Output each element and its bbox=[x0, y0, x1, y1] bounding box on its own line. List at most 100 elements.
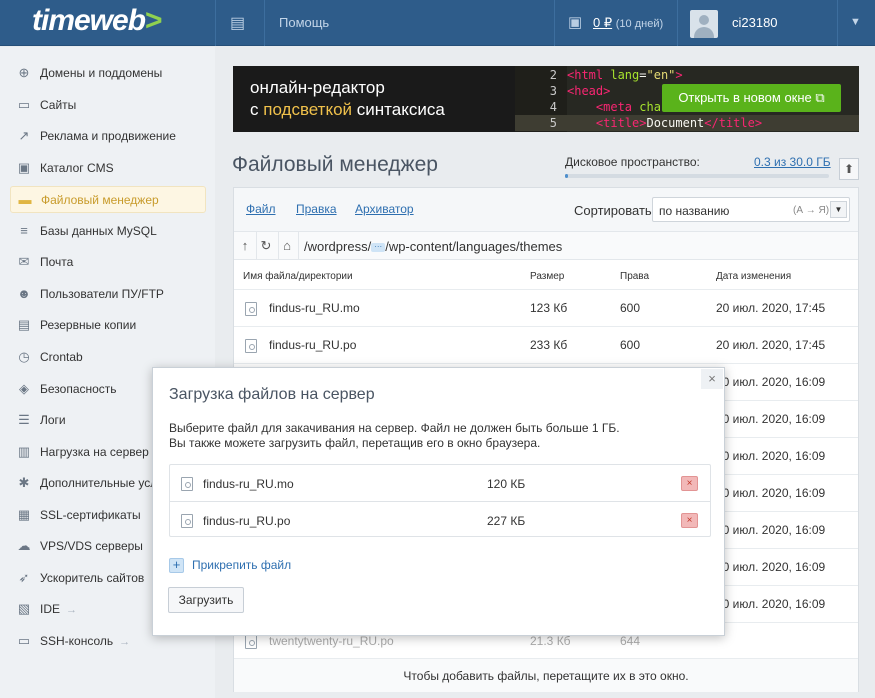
chevron-down-icon[interactable]: ▼ bbox=[850, 16, 861, 28]
line-number: 4 bbox=[549, 100, 557, 114]
sidebar-item[interactable]: ▬ Файловый менеджер bbox=[10, 186, 206, 214]
file-icon bbox=[181, 477, 193, 491]
cell-perm: 644 bbox=[620, 634, 641, 648]
sidebar-item-label: Пользователи ПУ/FTP bbox=[40, 287, 164, 301]
cell-date: 20 июл. 2020, 16:09 bbox=[716, 375, 826, 389]
table-row[interactable]: findus-ru_RU.mo 123 Кб 600 20 июл. 2020, 17… bbox=[234, 289, 858, 326]
banner-line-1: онлайн-редактор bbox=[250, 78, 385, 97]
wallet-icon: ▣ bbox=[568, 14, 583, 31]
banner-text: с bbox=[250, 100, 264, 119]
box-icon: ▣ bbox=[17, 159, 31, 175]
column-header-size[interactable]: Размер bbox=[530, 271, 564, 282]
username[interactable]: ci23180 bbox=[732, 15, 778, 30]
disk-space-label: Дисковое пространство: bbox=[565, 155, 700, 169]
rocket-icon: ➶ bbox=[18, 569, 30, 585]
sidebar-item-label: Нагрузка на сервер bbox=[40, 445, 149, 459]
sidebar-item[interactable]: ▣ Каталог CMS bbox=[10, 155, 206, 182]
sidebar-item-label: Crontab bbox=[40, 350, 83, 364]
sort-label: Сортировать: bbox=[574, 203, 656, 218]
avatar-head bbox=[699, 15, 709, 25]
sidebar-item[interactable]: ≡ Базы данных MySQL bbox=[10, 218, 206, 245]
path-segment: /wp-content/languages/themes bbox=[385, 239, 563, 254]
column-header-permissions[interactable]: Права bbox=[620, 271, 649, 282]
sort-select[interactable]: по названию (А → Я) ▼ bbox=[652, 197, 850, 222]
cell-date: 20 июл. 2020, 17:45 bbox=[716, 301, 826, 315]
cell-size: 21.3 Кб bbox=[530, 634, 571, 648]
sidebar-item-text: Каталог CMS bbox=[40, 160, 114, 175]
fm-toolbar: Файл Правка Архиватор Сортировать: по на… bbox=[234, 188, 858, 232]
plus-icon[interactable]: + bbox=[169, 558, 184, 573]
sidebar-item-text: Базы данных MySQL bbox=[40, 223, 157, 238]
upload-arrow-button[interactable]: ⬆ bbox=[839, 158, 859, 180]
cell-perm: 600 bbox=[620, 301, 641, 315]
sidebar-item-label: Домены и поддомены bbox=[40, 66, 162, 80]
dialog-description-line: Вы также можете загрузить файл, перетащи… bbox=[169, 436, 541, 450]
divider bbox=[554, 0, 555, 46]
column-header-name[interactable]: Имя файла/директории bbox=[243, 271, 353, 282]
sidebar-item[interactable]: ✉ Почта bbox=[10, 249, 206, 276]
dialog-description: Выберите файл для закачивания на сервер.… bbox=[169, 421, 709, 451]
path-more[interactable]: ··· bbox=[371, 243, 386, 253]
path-segment: /wordpress/ bbox=[304, 239, 372, 254]
sidebar-item-label: VPS/VDS серверы bbox=[40, 539, 143, 553]
code-line: 5 <title>Document</title> bbox=[515, 115, 859, 131]
cloud-icon: ☁ bbox=[17, 538, 31, 554]
sidebar-item-label: Почта bbox=[40, 255, 73, 269]
news-icon[interactable]: ▤ bbox=[230, 13, 245, 33]
disk-usage-bar bbox=[565, 174, 829, 178]
sidebar-item-text: Crontab bbox=[40, 349, 83, 364]
sidebar-item[interactable]: ▤ Резервные копии bbox=[10, 312, 206, 339]
menu-file[interactable]: Файл bbox=[246, 202, 276, 216]
cell-size: 233 Кб bbox=[530, 338, 568, 352]
cell-date: 20 июл. 2020, 16:09 bbox=[716, 523, 826, 537]
logo[interactable]: timeweb> bbox=[32, 4, 163, 38]
banner-text-area: онлайн-редактор с подсветкой синтаксиса bbox=[233, 66, 515, 132]
disk-space-value[interactable]: 0.3 из 30.0 ГБ bbox=[754, 155, 831, 169]
refresh-icon[interactable]: ↻ bbox=[258, 238, 274, 254]
sidebar-item[interactable]: ▭ Сайты bbox=[10, 92, 206, 119]
menu-archiver[interactable]: Архиватор bbox=[355, 202, 414, 216]
attach-file-link[interactable]: Прикрепить файл bbox=[192, 558, 291, 572]
open-editor-button[interactable]: Открыть в новом окне ⧉ bbox=[662, 84, 841, 112]
remove-icon[interactable]: × bbox=[681, 513, 698, 528]
home-icon[interactable]: ⌂ bbox=[279, 238, 295, 254]
sidebar-item-text: SSL-сертификаты bbox=[40, 507, 141, 522]
load-icon: ▥ bbox=[17, 443, 31, 459]
remove-icon[interactable]: × bbox=[681, 476, 698, 491]
sidebar-item-label: Сайты bbox=[40, 98, 76, 112]
sidebar-item-text: Логи bbox=[40, 413, 66, 428]
cell-name: findus-ru_RU.mo bbox=[269, 301, 360, 315]
balance-days: (10 дней) bbox=[615, 18, 664, 30]
table-row[interactable]: findus-ru_RU.po 233 Кб 600 20 июл. 2020, 17… bbox=[234, 326, 858, 363]
sidebar-item[interactable]: ☻ Пользователи ПУ/FTP bbox=[10, 281, 206, 308]
sidebar-item[interactable]: ↗ Реклама и продвижение bbox=[10, 123, 206, 150]
upload-file-row: findus-ru_RU.mo 120 КБ × bbox=[170, 465, 710, 501]
column-header-date[interactable]: Дата изменения bbox=[716, 271, 791, 282]
cell-date: 20 июл. 2020, 17:45 bbox=[716, 338, 826, 352]
upload-file-name: findus-ru_RU.po bbox=[203, 514, 291, 528]
sidebar-item-text: SSH-консоль bbox=[40, 633, 114, 648]
menu-edit[interactable]: Правка bbox=[296, 202, 337, 216]
sidebar-item-label: Дополнительные усл bbox=[40, 476, 157, 490]
sidebar-item[interactable]: ⊕ Домены и поддомены bbox=[10, 60, 206, 87]
site-icon: ▭ bbox=[17, 96, 31, 112]
cell-date: 20 июл. 2020, 16:09 bbox=[716, 412, 826, 426]
balance[interactable]: 0 ₽ (10 дней) bbox=[593, 15, 663, 31]
cell-perm: 600 bbox=[620, 338, 641, 352]
gear-icon: ✱ bbox=[18, 475, 30, 491]
arrow-up-icon[interactable]: ↑ bbox=[237, 238, 253, 254]
file-icon bbox=[245, 339, 257, 353]
breadcrumb[interactable]: /wordpress/···/wp-content/languages/them… bbox=[304, 239, 562, 254]
help-link[interactable]: Помощь bbox=[279, 15, 329, 30]
cell-date: 20 июл. 2020, 16:09 bbox=[716, 449, 826, 463]
balance-amount: 0 ₽ bbox=[593, 15, 613, 30]
chevron-down-icon: ▼ bbox=[830, 201, 847, 218]
upload-button[interactable]: Загрузить bbox=[168, 587, 244, 613]
terminal-icon: ▭ bbox=[17, 632, 31, 648]
path-bar: ↑ ↻ ⌂ /wordpress/···/wp-content/language… bbox=[234, 232, 858, 260]
sidebar-item-text: Ускоритель сайтов bbox=[40, 570, 145, 585]
dialog-title: Загрузка файлов на сервер bbox=[169, 386, 375, 403]
divider bbox=[264, 0, 265, 46]
avatar[interactable] bbox=[690, 10, 718, 38]
close-icon[interactable]: × bbox=[701, 369, 723, 389]
